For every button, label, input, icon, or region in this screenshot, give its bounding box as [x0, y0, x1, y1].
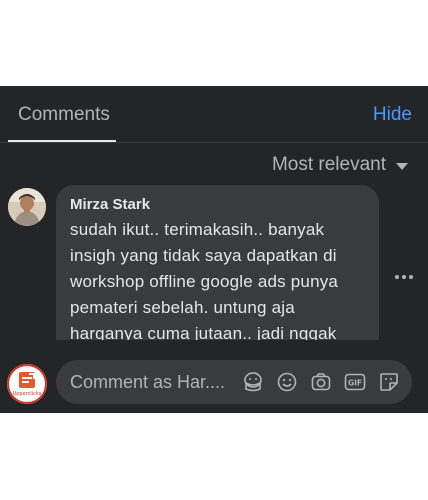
tab-comments[interactable]: Comments — [18, 104, 110, 126]
avatar[interactable] — [8, 188, 46, 226]
dot — [409, 275, 413, 279]
header-divider — [0, 142, 428, 143]
comment-text: sudah ikut.. terimakasih.. banyak insigh… — [70, 220, 339, 343]
sort-dropdown[interactable]: Most relevant — [272, 154, 408, 176]
comments-panel: Comments Hide Most relevant Mirza Stark … — [0, 86, 428, 413]
svg-text:GIF: GIF — [348, 379, 362, 388]
dot — [402, 275, 406, 279]
comment-composer: Upperclicks Comment as Har.... GIF — [0, 340, 428, 413]
sort-label: Most relevant — [271, 154, 386, 175]
user-avatar-logo[interactable]: Upperclicks — [7, 364, 47, 404]
comments-header: Comments Hide — [0, 86, 428, 142]
comment-author[interactable]: Mirza Stark — [70, 196, 150, 213]
comment-input[interactable]: Comment as Har.... GIF — [56, 360, 412, 404]
avatar-photo — [8, 188, 46, 226]
more-options-icon[interactable] — [395, 275, 413, 279]
hide-button[interactable]: Hide — [373, 104, 412, 126]
emoji-icon[interactable] — [276, 371, 298, 393]
upperclicks-logo-icon: Upperclicks — [7, 364, 47, 404]
logo-text: Upperclicks — [13, 391, 42, 397]
gif-icon[interactable]: GIF — [344, 371, 366, 393]
camera-icon[interactable] — [310, 371, 332, 393]
dot — [395, 275, 399, 279]
caret-down-icon — [396, 163, 408, 170]
comment-input-placeholder[interactable]: Comment as Har.... — [70, 372, 232, 393]
sticker-icon[interactable] — [242, 371, 264, 393]
avatar-sticker-icon[interactable] — [378, 371, 400, 393]
